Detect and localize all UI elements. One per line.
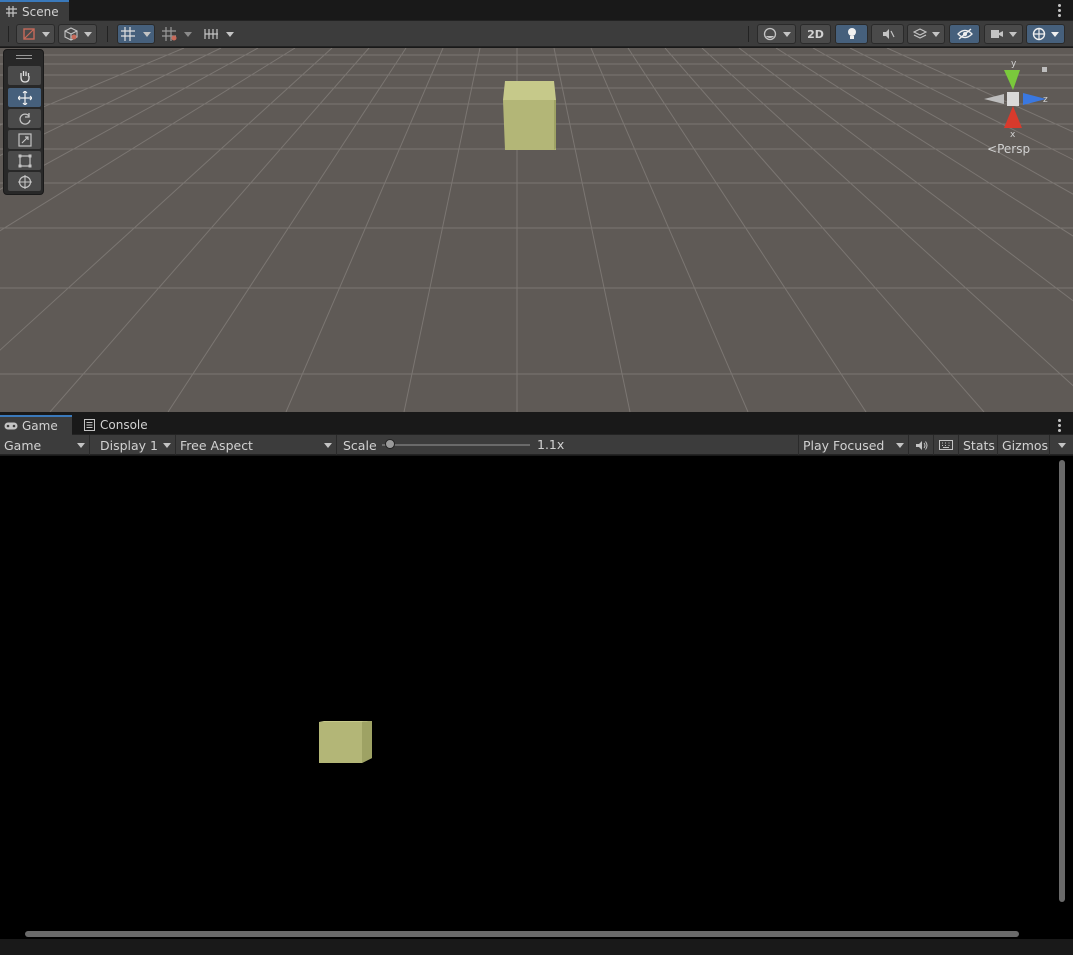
camera-icon	[991, 30, 1003, 38]
play-mode-select[interactable]: Play Focused	[798, 435, 909, 455]
game-cube	[319, 721, 372, 763]
stats-label: Stats	[963, 437, 995, 453]
ruler-icon	[204, 29, 218, 39]
chevron-down-icon	[77, 443, 85, 448]
mute-audio-button[interactable]	[909, 435, 934, 455]
eye-slash-icon	[956, 28, 973, 40]
gizmo-corner-square	[1042, 67, 1047, 72]
gizmos-dropdown-button[interactable]	[1050, 435, 1070, 455]
shading-sphere-icon	[763, 27, 776, 41]
hand-tool-button[interactable]	[8, 66, 41, 85]
audio-toggle-button[interactable]	[871, 24, 904, 44]
toggle-2d-button[interactable]: 2D	[800, 24, 831, 44]
game-horizontal-scrollbar[interactable]	[25, 931, 1019, 937]
draw-mode-dropdown[interactable]	[16, 24, 55, 44]
chevron-down-icon	[324, 443, 332, 448]
scale-tool-button[interactable]	[8, 130, 41, 149]
tab-scene-label: Scene	[22, 4, 59, 19]
cube-icon	[63, 27, 78, 41]
display-select-value: Display 1	[100, 437, 159, 453]
transform-combo-icon	[17, 174, 32, 189]
tab-game-label: Game	[22, 419, 58, 433]
rotate-icon	[18, 112, 31, 125]
tab-console-label: Console	[100, 418, 148, 432]
move-arrows-icon	[17, 90, 32, 105]
rect-tool-button[interactable]	[8, 151, 41, 170]
align-ruler-dropdown[interactable]	[200, 24, 238, 44]
draw-mode-icon	[22, 28, 35, 40]
grid-snap-icon	[121, 27, 135, 41]
transform-tool-button[interactable]	[8, 172, 41, 191]
move-tool-button[interactable]	[8, 88, 41, 107]
gizmos-label: Gizmos	[1002, 437, 1049, 453]
view-select-value: Game	[4, 437, 42, 453]
chevron-down-icon	[1058, 443, 1066, 448]
transform-tool-palette	[3, 49, 44, 195]
game-vertical-scrollbar[interactable]	[1059, 460, 1065, 902]
increment-snap-dropdown[interactable]	[158, 24, 196, 44]
effects-dropdown[interactable]	[907, 24, 945, 44]
speaker-icon	[915, 440, 927, 450]
grid-icon	[4, 5, 18, 19]
lighting-toggle-button[interactable]	[835, 24, 868, 44]
scene-more-menu-icon[interactable]	[1057, 4, 1061, 17]
hand-icon	[19, 70, 30, 83]
scale-value: 1.1x	[537, 437, 565, 452]
persp-chevron-icon: <	[987, 142, 998, 156]
audio-mute-icon	[882, 29, 895, 39]
gizmo-x-label: x	[1010, 130, 1016, 140]
scene-toolbar: 2D	[0, 21, 1073, 47]
tab-game[interactable]: Game	[0, 415, 72, 435]
display-select[interactable]: Display 1	[96, 435, 176, 455]
projection-mode-toggle[interactable]: <Persp	[987, 142, 1030, 156]
stats-button[interactable]: Stats	[959, 435, 998, 455]
shortcuts-button[interactable]	[934, 435, 959, 455]
grid-snapping-dropdown[interactable]	[117, 24, 155, 44]
projection-mode-label: Persp	[997, 142, 1031, 156]
aspect-select-value: Free Aspect	[180, 437, 253, 453]
tab-scene[interactable]: Scene	[0, 0, 69, 21]
keyboard-icon	[939, 440, 953, 450]
game-toolbar: Game Display 1 Free Aspect Scale 1.1x Pl…	[0, 435, 1073, 455]
aspect-select[interactable]: Free Aspect	[176, 435, 337, 455]
gizmos-button[interactable]: Gizmos	[998, 435, 1050, 455]
chevron-down-icon	[163, 443, 171, 448]
increment-snap-icon	[162, 27, 177, 41]
status-bar	[0, 940, 1073, 955]
gamepad-icon	[4, 419, 18, 433]
scene-viewport[interactable]	[0, 48, 1073, 412]
layers-effects-icon	[912, 28, 927, 39]
gizmo-neg-x-cone[interactable]	[984, 94, 1004, 104]
rotate-tool-button[interactable]	[8, 109, 41, 128]
gizmo-y-cone[interactable]	[1004, 70, 1020, 90]
hidden-objects-toggle[interactable]	[949, 24, 980, 44]
gizmo-x-cone[interactable]	[1004, 106, 1022, 128]
lightbulb-icon	[847, 28, 856, 39]
palette-grip-handle[interactable]	[16, 55, 32, 59]
gizmo-center-cube[interactable]	[1007, 92, 1019, 106]
game-tab-bar: Game Console	[0, 415, 1073, 435]
console-icon	[82, 418, 96, 432]
gizmos-dropdown[interactable]	[1026, 24, 1065, 44]
globe-gizmo-icon	[1032, 27, 1046, 41]
gizmo-y-label: y	[1011, 59, 1017, 69]
chevron-down-icon	[896, 443, 904, 448]
scene-tab-bar: Scene	[0, 0, 1073, 21]
camera-settings-dropdown[interactable]	[984, 24, 1023, 44]
scale-label: Scale	[343, 437, 377, 453]
scene-cube[interactable]	[500, 81, 558, 151]
gizmo-z-label: z	[1043, 95, 1048, 105]
tab-console[interactable]: Console	[78, 415, 156, 435]
shading-dropdown[interactable]	[58, 24, 97, 44]
view-select[interactable]: Game	[0, 435, 90, 455]
game-more-menu-icon[interactable]	[1057, 419, 1061, 432]
scale-slider-track[interactable]	[382, 444, 530, 446]
game-viewport[interactable]	[0, 456, 1073, 939]
shading-mode-dropdown[interactable]	[757, 24, 796, 44]
scale-icon	[17, 132, 32, 147]
play-mode-value: Play Focused	[803, 437, 885, 453]
toggle-2d-label: 2D	[807, 27, 824, 41]
rect-transform-icon	[18, 154, 31, 167]
